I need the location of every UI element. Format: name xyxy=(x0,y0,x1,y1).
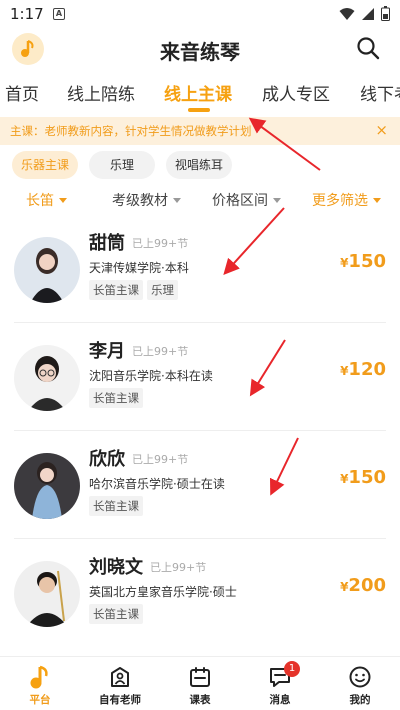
price-value: 120 xyxy=(348,359,386,380)
price: ¥150 xyxy=(340,251,386,272)
tab-online-lesson[interactable]: 线上主课 xyxy=(164,80,232,105)
status-time: 1:17 xyxy=(10,5,44,23)
app-title: 来音练琴 xyxy=(160,40,240,64)
bottom-nav: 平台 自有老师 课表 1 消息 我的 xyxy=(0,656,400,710)
tag: 长笛主课 xyxy=(89,604,143,624)
lesson-count: 已上99+节 xyxy=(132,237,189,250)
price-value: 150 xyxy=(348,251,386,272)
price-value: 150 xyxy=(348,467,386,488)
active-tab-indicator xyxy=(188,108,210,112)
filter-instrument[interactable]: 长笛 xyxy=(26,190,67,210)
filter-price-range[interactable]: 价格区间 xyxy=(212,190,281,210)
tag-list: 长笛主课 乐理 xyxy=(89,280,178,300)
avatar xyxy=(14,453,80,519)
price-value: 200 xyxy=(348,575,386,596)
nav-label: 我的 xyxy=(349,694,371,706)
teacher-card[interactable]: 刘晓文 已上99+节 英国北方皇家音乐学院·硕士 长笛主课 ¥200 xyxy=(0,539,400,647)
avatar xyxy=(14,561,80,627)
search-button[interactable] xyxy=(356,36,382,62)
caret-down-icon xyxy=(373,197,381,203)
tag: 长笛主课 xyxy=(89,280,143,300)
lesson-count: 已上99+节 xyxy=(132,345,189,358)
tag: 乐理 xyxy=(147,280,178,300)
nav-platform[interactable]: 平台 xyxy=(0,657,80,710)
app-header: 来音练琴 xyxy=(0,28,400,72)
teacher-school: 哈尔滨音乐学院·硕士在读 xyxy=(89,477,225,491)
avatar xyxy=(14,237,80,303)
teacher-name: 欣欣 xyxy=(89,449,125,470)
close-icon[interactable]: × xyxy=(375,121,388,139)
tab-adult-zone[interactable]: 成人专区 xyxy=(262,80,330,105)
chip-solfege[interactable]: 视唱练耳 xyxy=(166,151,232,179)
lesson-count: 已上99+节 xyxy=(150,561,207,574)
nav-own-teacher[interactable]: 自有老师 xyxy=(80,657,160,710)
caret-down-icon xyxy=(173,197,181,203)
status-icons xyxy=(339,6,390,21)
nav-schedule[interactable]: 课表 xyxy=(160,657,240,710)
tag: 长笛主课 xyxy=(89,388,143,408)
filter-more[interactable]: 更多筛选 xyxy=(312,190,381,210)
teacher-school: 天津传媒学院·本科 xyxy=(89,261,189,275)
teacher-school: 英国北方皇家音乐学院·硕士 xyxy=(89,585,237,599)
calendar-icon xyxy=(190,667,210,687)
unread-badge: 1 xyxy=(284,661,300,677)
tag-list: 长笛主课 xyxy=(89,604,143,624)
wifi-icon xyxy=(339,7,355,20)
tab-offline[interactable]: 线下考 xyxy=(360,80,400,105)
teacher-name: 刘晓文 xyxy=(89,557,143,578)
nav-label: 自有老师 xyxy=(99,694,141,706)
nav-label: 平台 xyxy=(29,694,51,706)
tag-list: 长笛主课 xyxy=(89,496,143,516)
tag: 长笛主课 xyxy=(89,496,143,516)
lesson-count: 已上99+节 xyxy=(132,453,189,466)
nav-label: 课表 xyxy=(189,694,211,706)
filter-more-label: 更多筛选 xyxy=(312,193,368,209)
price: ¥120 xyxy=(340,359,386,380)
battery-icon xyxy=(381,6,390,21)
filter-price-range-label: 价格区间 xyxy=(212,193,268,209)
teacher-card[interactable]: 甜筒 已上99+节 天津传媒学院·本科 长笛主课 乐理 ¥150 xyxy=(0,215,400,323)
tab-home[interactable]: 首页 xyxy=(5,80,39,105)
signal-icon xyxy=(362,7,374,20)
music-note-icon xyxy=(30,665,48,689)
avatar xyxy=(14,345,80,411)
tab-online-practice[interactable]: 线上陪练 xyxy=(67,80,135,105)
smiley-icon xyxy=(349,666,371,688)
teacher-school: 沈阳音乐学院·本科在读 xyxy=(89,369,213,383)
teacher-card[interactable]: 李月 已上99+节 沈阳音乐学院·本科在读 长笛主课 ¥120 xyxy=(0,323,400,431)
status-indicator-icon: A xyxy=(53,8,65,20)
tag-list: 长笛主课 xyxy=(89,388,143,408)
price: ¥200 xyxy=(340,575,386,596)
teacher-name: 甜筒 xyxy=(89,233,125,254)
nav-label: 消息 xyxy=(269,694,291,706)
teacher-icon xyxy=(111,667,129,687)
chip-music-theory[interactable]: 乐理 xyxy=(89,151,155,179)
caret-down-icon xyxy=(59,197,67,203)
price: ¥150 xyxy=(340,467,386,488)
notice-bar: 主课：老师教新内容，针对学生情况做教学计划 × xyxy=(0,117,400,145)
nav-profile[interactable]: 我的 xyxy=(320,657,400,710)
teacher-name: 李月 xyxy=(89,341,125,362)
teacher-card[interactable]: 欣欣 已上99+节 哈尔滨音乐学院·硕士在读 长笛主课 ¥150 xyxy=(0,431,400,539)
filter-exam-material-label: 考级教材 xyxy=(112,193,168,209)
filter-exam-material[interactable]: 考级教材 xyxy=(112,190,181,210)
status-bar: 1:17 A xyxy=(0,0,400,28)
caret-down-icon xyxy=(273,197,281,203)
search-icon xyxy=(357,37,380,60)
chip-instrument-lesson[interactable]: 乐器主课 xyxy=(12,151,78,179)
nav-messages[interactable]: 1 消息 xyxy=(240,657,320,710)
notice-text: 主课：老师教新内容，针对学生情况做教学计划 xyxy=(10,124,252,138)
filter-instrument-label: 长笛 xyxy=(26,193,54,209)
